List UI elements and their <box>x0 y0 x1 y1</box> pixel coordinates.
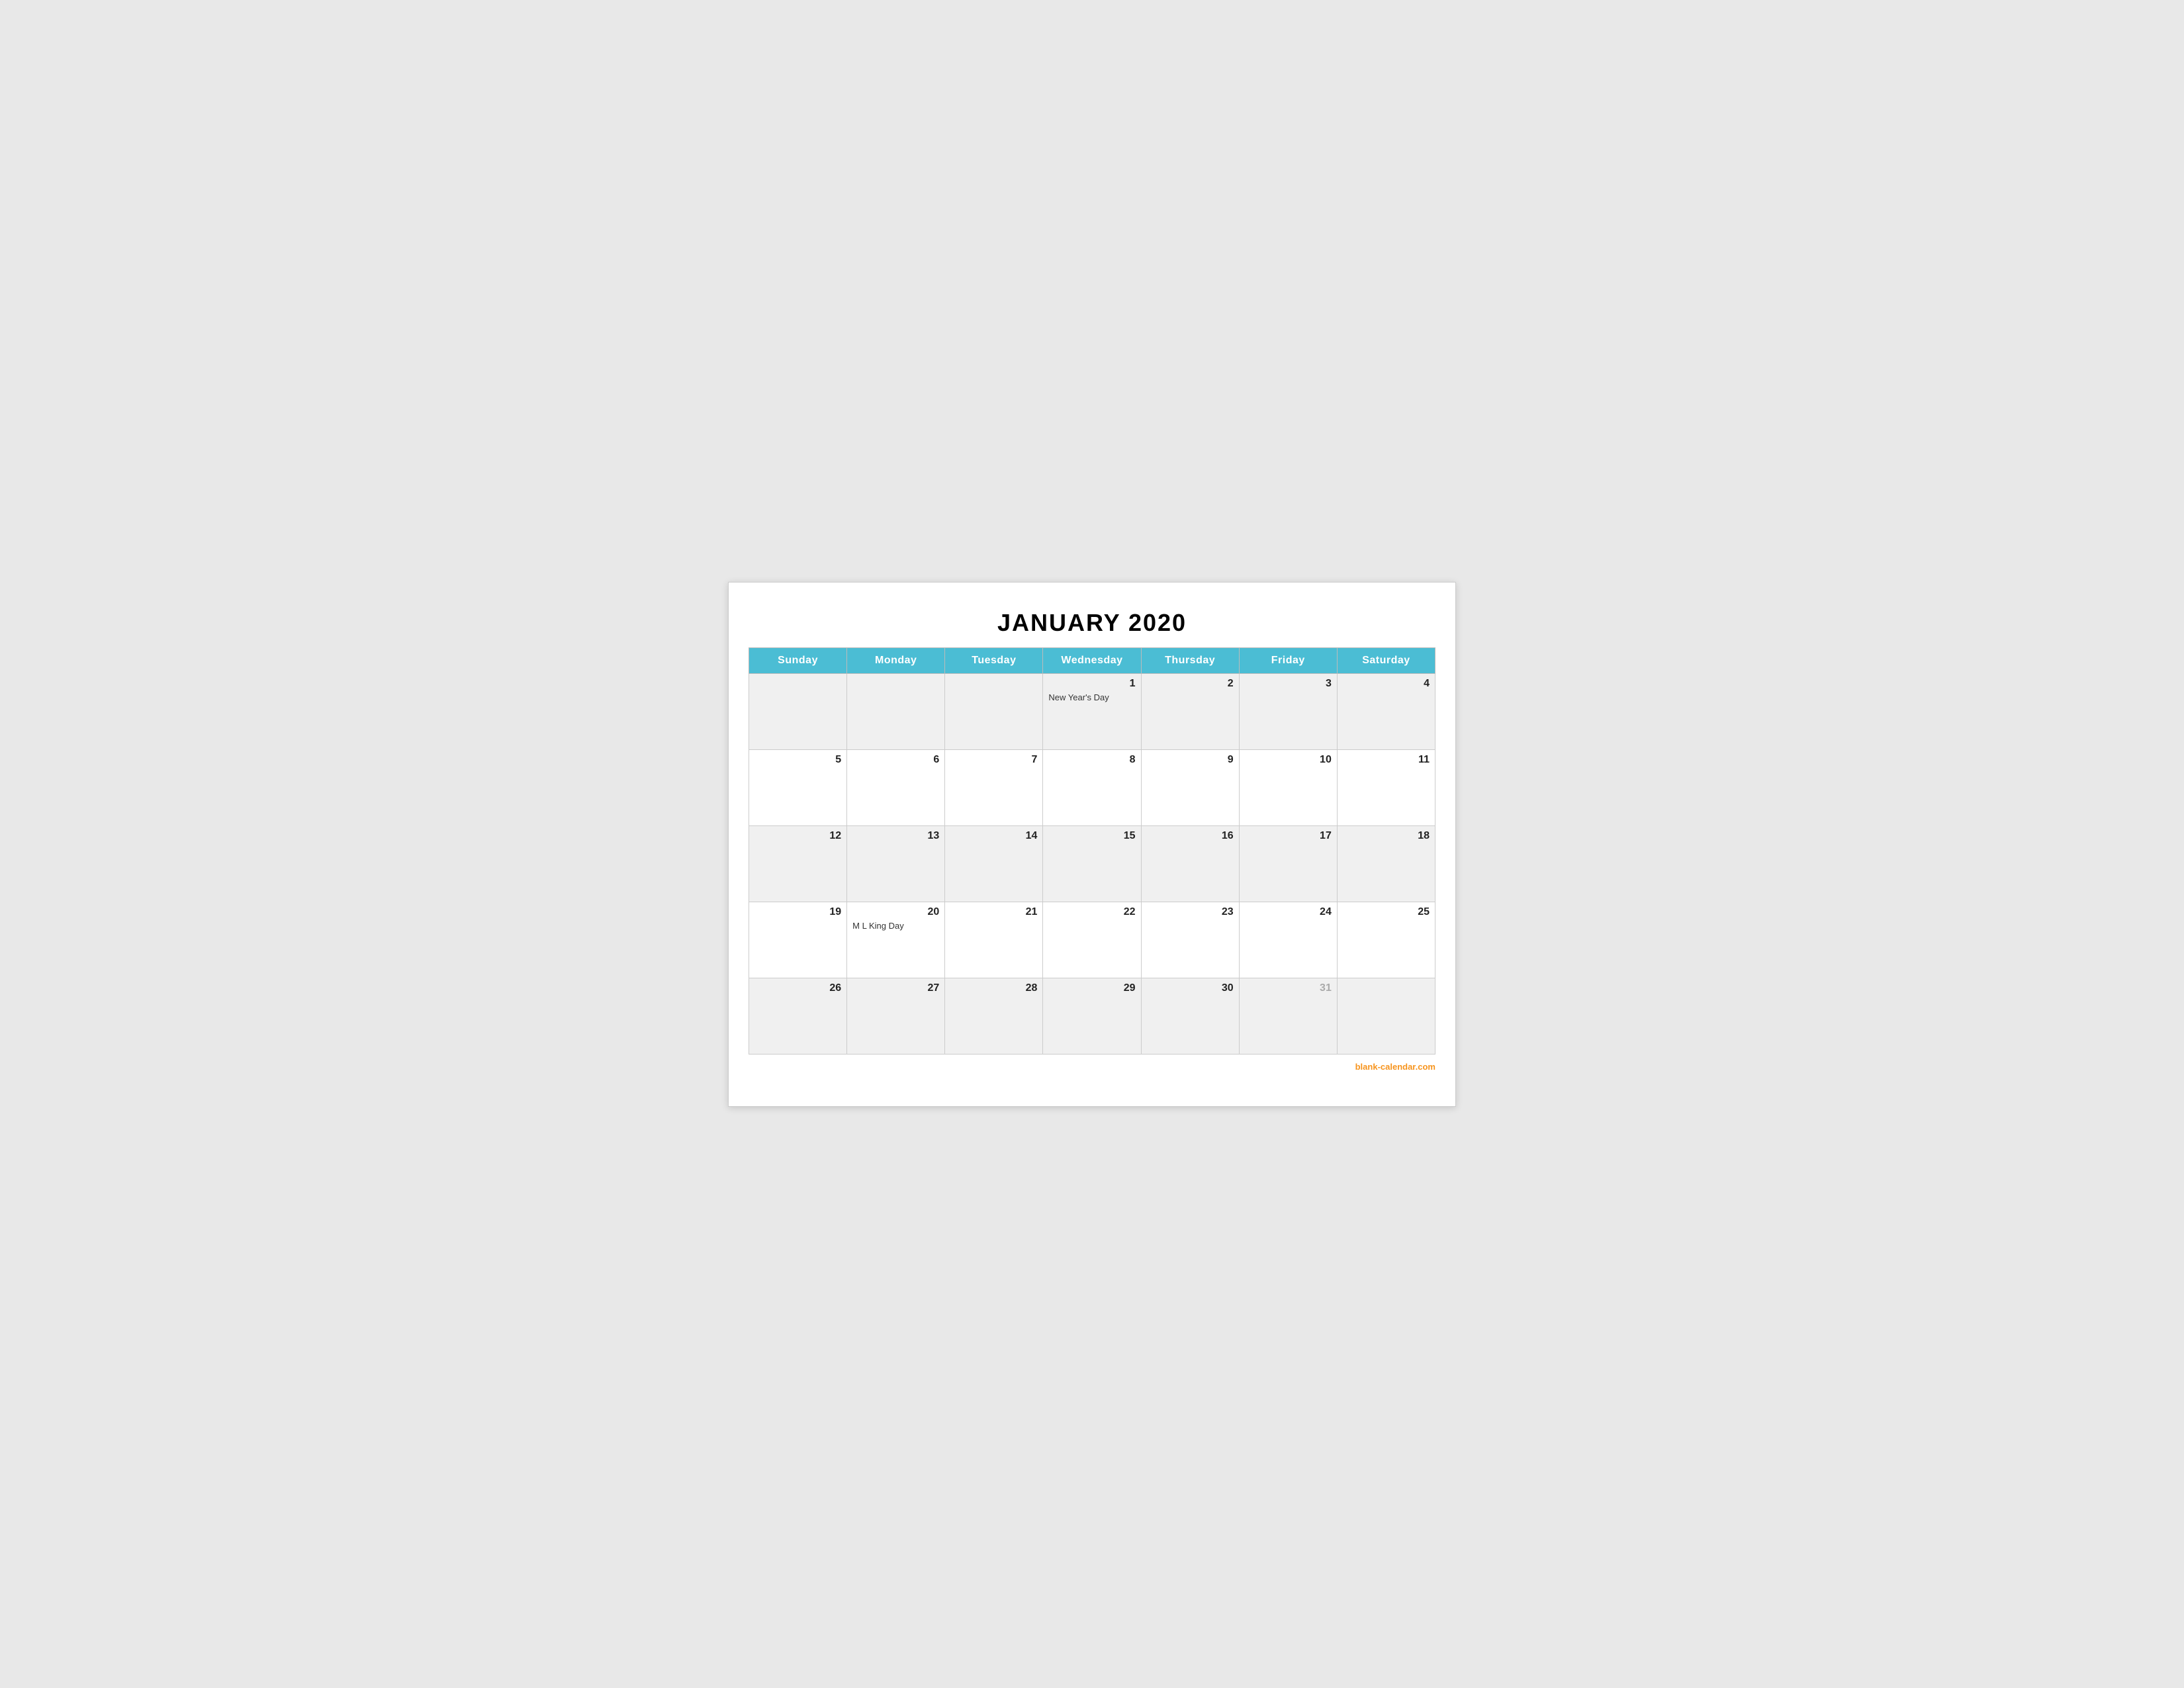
day-number: 5 <box>754 754 841 766</box>
calendar-cell: 30 <box>1141 978 1239 1054</box>
calendar-cell <box>749 673 847 749</box>
day-number: 20 <box>852 906 939 918</box>
day-number: 24 <box>1245 906 1332 918</box>
calendar-cell: 31 <box>1239 978 1337 1054</box>
footer: blank-calendar.com <box>749 1061 1435 1073</box>
calendar-cell: 17 <box>1239 825 1337 902</box>
calendar-cell: 5 <box>749 749 847 825</box>
calendar-cell: 26 <box>749 978 847 1054</box>
day-number: 4 <box>1343 678 1430 690</box>
footer-link: blank-calendar.com <box>1355 1062 1435 1072</box>
calendar-cell: 16 <box>1141 825 1239 902</box>
day-number: 18 <box>1343 830 1430 842</box>
day-number: 8 <box>1048 754 1135 766</box>
day-header-saturday: Saturday <box>1337 647 1435 673</box>
week-row-5: 26 27 28 29 30 31 <box>749 978 1435 1054</box>
day-header-thursday: Thursday <box>1141 647 1239 673</box>
day-number: 17 <box>1245 830 1332 842</box>
day-number: 19 <box>754 906 841 918</box>
day-number: 6 <box>852 754 939 766</box>
calendar-cell: 25 <box>1337 902 1435 978</box>
week-row-3: 12 13 14 15 16 17 18 <box>749 825 1435 902</box>
day-number: 14 <box>950 830 1037 842</box>
day-number: 3 <box>1245 678 1332 690</box>
calendar-cell: 13 <box>847 825 945 902</box>
calendar-title: JANUARY 2020 <box>749 602 1435 647</box>
calendar-cell: 7 <box>945 749 1043 825</box>
calendar-cell: 2 <box>1141 673 1239 749</box>
calendar-cell: 27 <box>847 978 945 1054</box>
day-number: 15 <box>1048 830 1135 842</box>
calendar-cell: 6 <box>847 749 945 825</box>
day-number: 23 <box>1147 906 1234 918</box>
calendar-cell: 11 <box>1337 749 1435 825</box>
week-row-1: 1 New Year's Day 234 <box>749 673 1435 749</box>
day-number: 30 <box>1147 982 1234 994</box>
day-number: 21 <box>950 906 1037 918</box>
day-number: 16 <box>1147 830 1234 842</box>
day-number: 12 <box>754 830 841 842</box>
day-number: 10 <box>1245 754 1332 766</box>
day-header-monday: Monday <box>847 647 945 673</box>
event-label: New Year's Day <box>1048 692 1135 702</box>
calendar-cell: 22 <box>1043 902 1141 978</box>
calendar-cell: 24 <box>1239 902 1337 978</box>
day-number: 29 <box>1048 982 1135 994</box>
calendar-cell: 23 <box>1141 902 1239 978</box>
event-label: M L King Day <box>852 921 939 931</box>
calendar-cell: 10 <box>1239 749 1337 825</box>
day-header-tuesday: Tuesday <box>945 647 1043 673</box>
week-row-2: 56789 10 11 <box>749 749 1435 825</box>
calendar-cell: 21 <box>945 902 1043 978</box>
calendar-cell: 9 <box>1141 749 1239 825</box>
day-number: 2 <box>1147 678 1234 690</box>
calendar-cell: 20 M L King Day <box>847 902 945 978</box>
calendar-cell: 4 <box>1337 673 1435 749</box>
week-row-4: 19 20 M L King Day 21 22 23 24 25 <box>749 902 1435 978</box>
day-header-wednesday: Wednesday <box>1043 647 1141 673</box>
day-number: 26 <box>754 982 841 994</box>
calendar-cell <box>1337 978 1435 1054</box>
calendar-page: JANUARY 2020 SundayMondayTuesdayWednesda… <box>728 582 1456 1107</box>
day-number: 13 <box>852 830 939 842</box>
calendar-cell: 3 <box>1239 673 1337 749</box>
calendar-cell: 8 <box>1043 749 1141 825</box>
calendar-table: SundayMondayTuesdayWednesdayThursdayFrid… <box>749 647 1435 1055</box>
day-number: 7 <box>950 754 1037 766</box>
calendar-cell <box>847 673 945 749</box>
day-number: 27 <box>852 982 939 994</box>
calendar-cell: 19 <box>749 902 847 978</box>
day-number: 25 <box>1343 906 1430 918</box>
calendar-cell: 28 <box>945 978 1043 1054</box>
day-header-friday: Friday <box>1239 647 1337 673</box>
calendar-cell: 12 <box>749 825 847 902</box>
day-number: 28 <box>950 982 1037 994</box>
calendar-cell: 1 New Year's Day <box>1043 673 1141 749</box>
calendar-cell: 29 <box>1043 978 1141 1054</box>
day-number: 9 <box>1147 754 1234 766</box>
calendar-cell: 14 <box>945 825 1043 902</box>
day-header-sunday: Sunday <box>749 647 847 673</box>
day-number: 31 <box>1245 982 1332 994</box>
day-number: 11 <box>1343 754 1430 766</box>
calendar-cell <box>945 673 1043 749</box>
day-number: 22 <box>1048 906 1135 918</box>
day-number: 1 <box>1048 678 1135 690</box>
calendar-cell: 18 <box>1337 825 1435 902</box>
calendar-cell: 15 <box>1043 825 1141 902</box>
days-header-row: SundayMondayTuesdayWednesdayThursdayFrid… <box>749 647 1435 673</box>
